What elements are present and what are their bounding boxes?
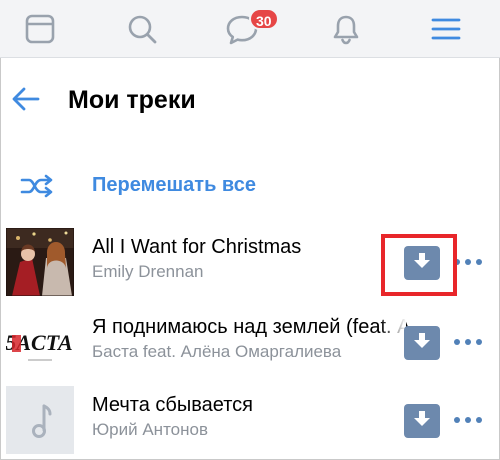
bell-icon [330,13,362,45]
menu-icon [430,13,462,45]
more-horizontal-icon [454,339,482,345]
download-button[interactable] [404,326,440,360]
messages-badge: 30 [249,8,279,30]
track-artist: Баста feat. Алёна Омаргалиева [92,342,342,361]
shuffle-all-button[interactable]: Перемешать все [20,170,256,202]
shuffle-icon [20,174,56,198]
back-button[interactable] [8,84,44,118]
download-icon [412,331,432,356]
shuffle-all-label: Перемешать все [92,174,256,196]
track-row[interactable]: Мечта сбывается Юрий Антонов [0,382,500,458]
tab-notifications[interactable] [326,9,366,49]
more-options-button[interactable] [454,412,482,428]
track-artist: Юрий Антонов [92,420,208,439]
track-row[interactable]: 5ACTA Я поднимаюсь над землей (feat. А Б… [0,304,500,380]
page-title: Мои треки [68,86,196,114]
track-artist: Emily Drennan [92,262,204,281]
album-cover [6,228,74,296]
music-note-placeholder-icon [6,386,74,454]
download-button[interactable] [404,404,440,438]
track-title: Я поднимаюсь над землей (feat. А [92,316,411,338]
more-horizontal-icon [454,417,482,423]
tab-menu[interactable] [426,9,466,49]
title-fade [380,316,406,350]
arrow-left-icon [11,86,41,117]
track-title: All I Want for Christmas [92,236,302,258]
more-options-button[interactable] [454,334,482,350]
album-cover: 5ACTA [6,308,74,376]
tab-news[interactable] [20,9,60,49]
highlight-frame [381,234,457,296]
top-tab-bar: 30 [0,0,500,58]
more-options-button[interactable] [454,254,482,270]
tab-search[interactable] [122,9,162,49]
download-icon [412,409,432,434]
track-title: Мечта сбывается [92,394,253,416]
album-cover [6,386,74,454]
more-horizontal-icon [454,259,482,265]
news-feed-icon [24,13,56,45]
search-icon [126,13,158,45]
